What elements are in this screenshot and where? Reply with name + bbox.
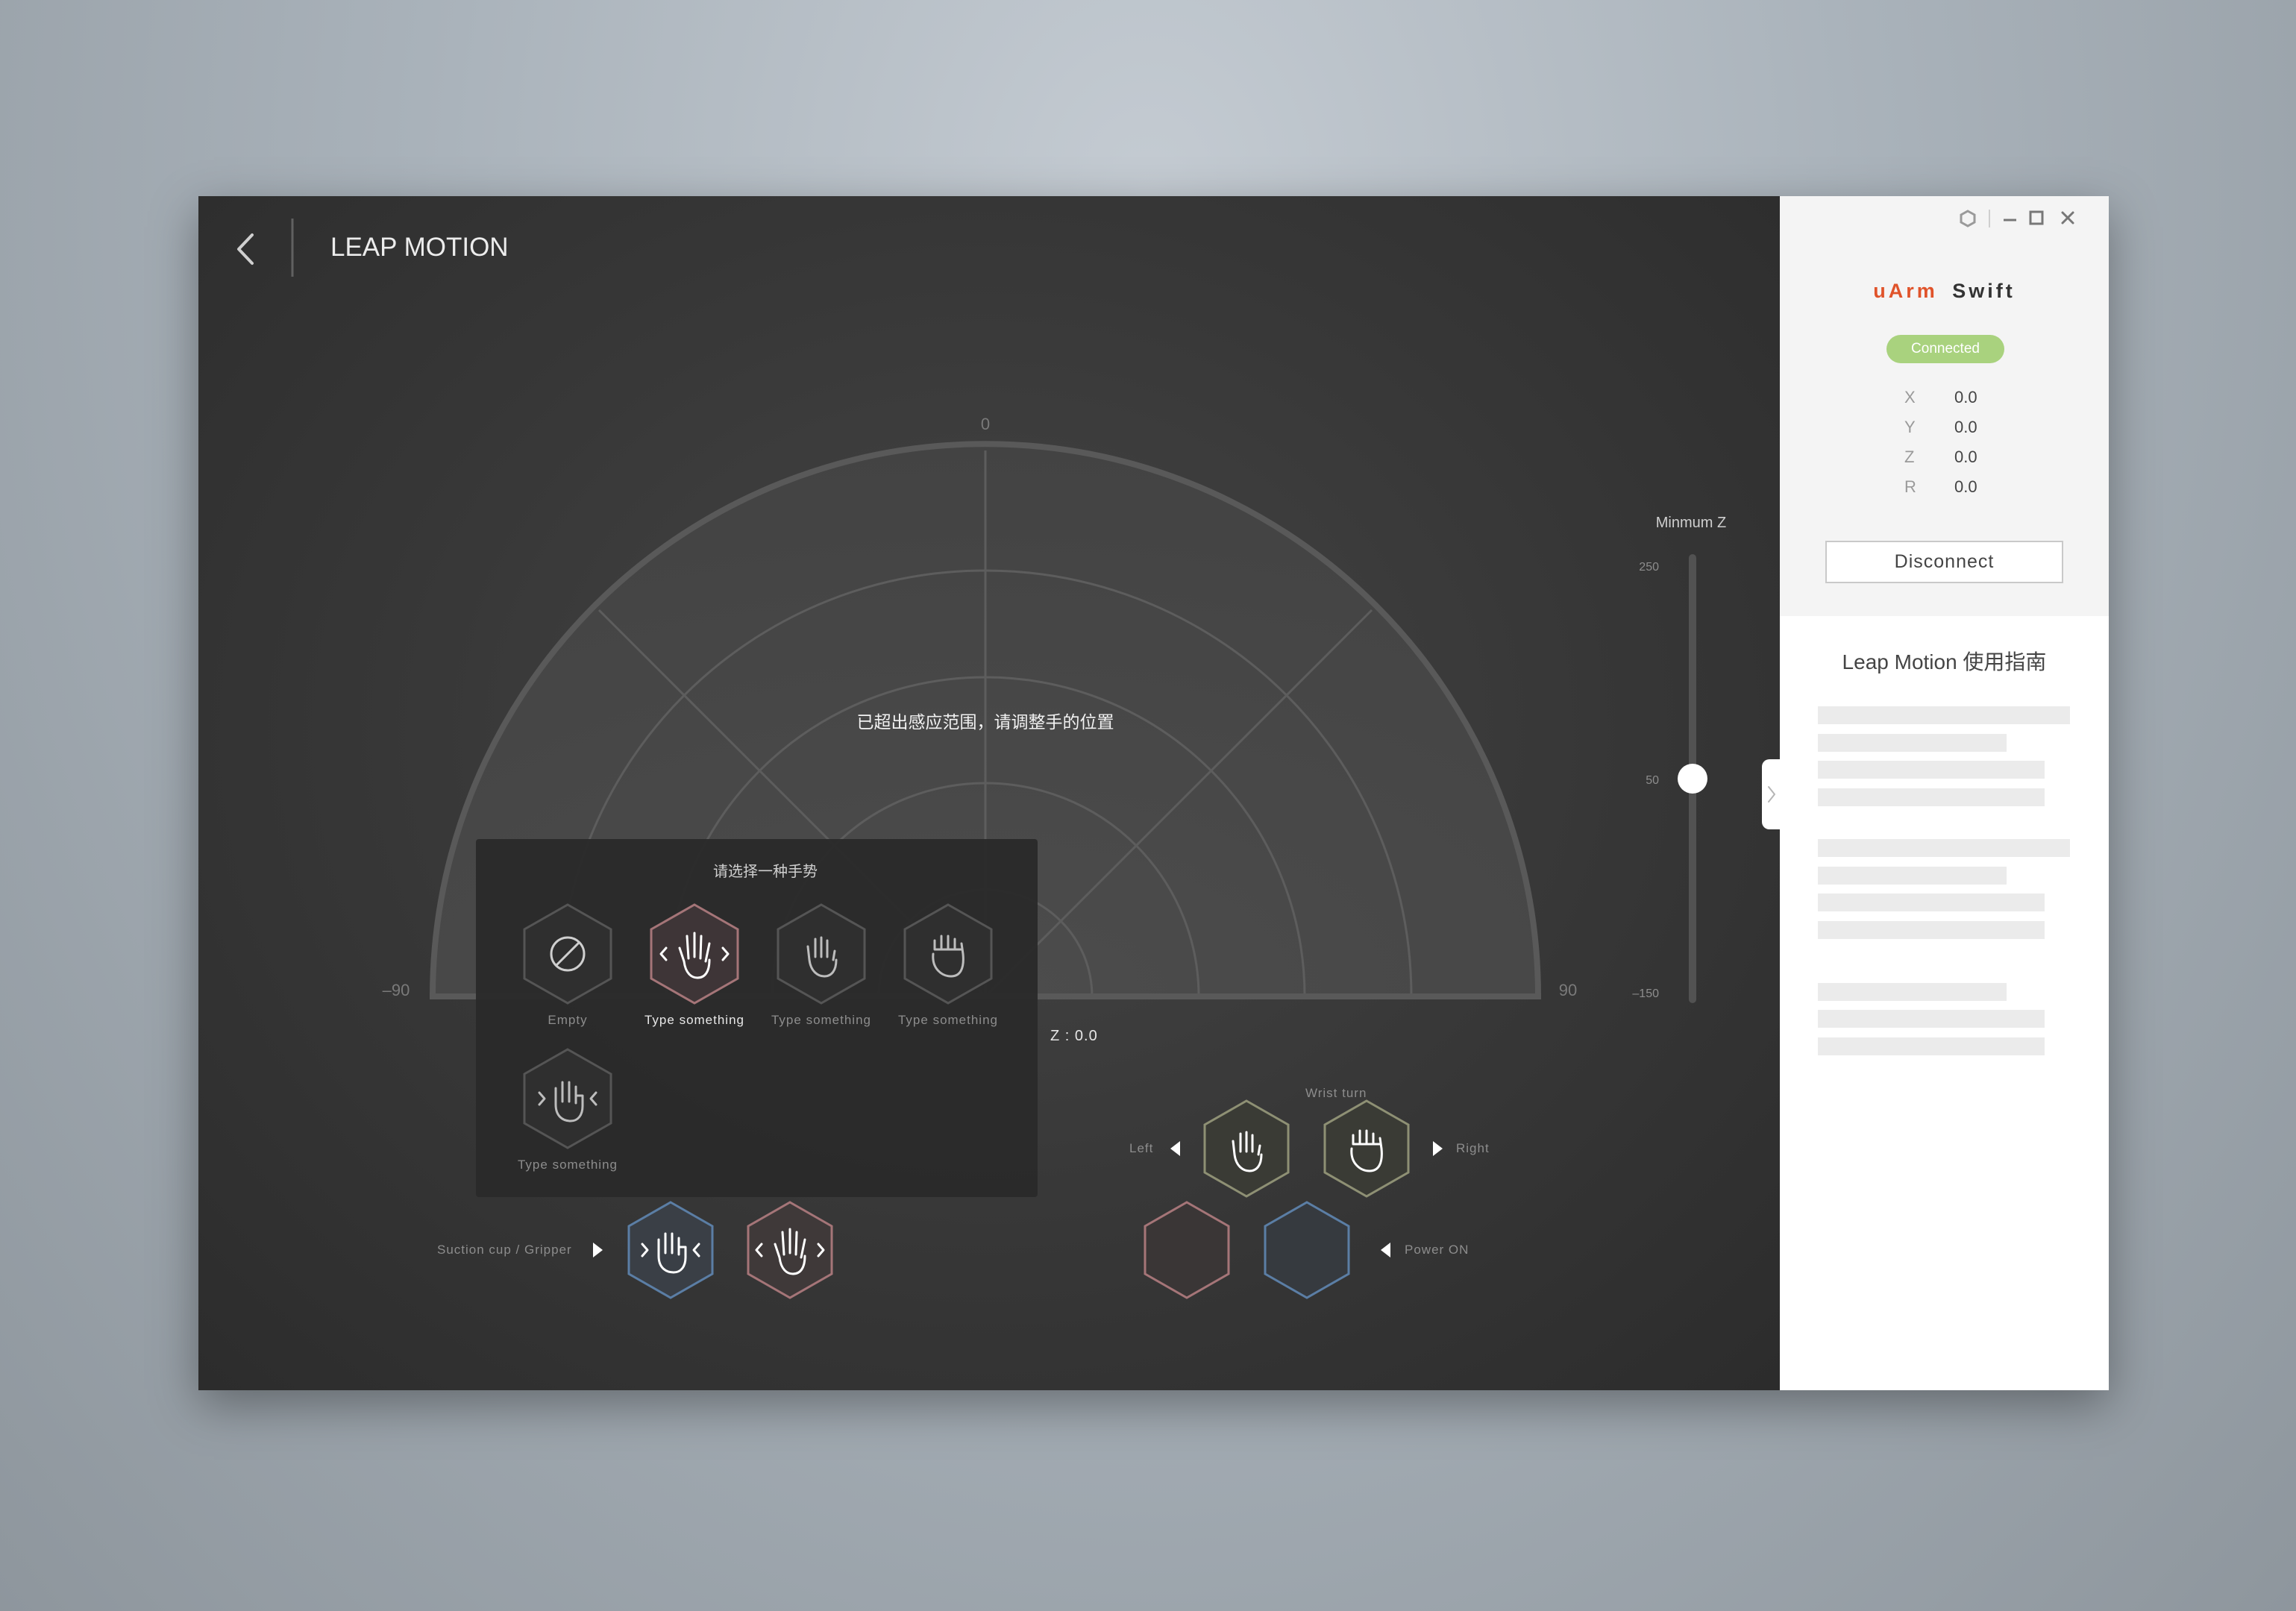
gesture-popup-title: 请选择一种手势 [713, 863, 818, 880]
window-controls [1960, 210, 2074, 227]
gauge-label-top: 0 [981, 415, 990, 433]
power-arrow-icon [1381, 1243, 1390, 1257]
suction-hex-button[interactable] [627, 1201, 714, 1299]
close-button[interactable] [2061, 211, 2074, 224]
min-z-tick-min: –150 [1632, 987, 1659, 1000]
settings-button[interactable] [1960, 210, 1976, 227]
coord-row-z: Z 0.0 [1780, 448, 2109, 470]
skeleton-line [1818, 983, 2007, 1001]
brand-logo: uArm Swift [1780, 280, 2109, 303]
coord-value: 0.0 [1954, 448, 1977, 466]
gesture-popup: 请选择一种手势 Empty Type something Type someth… [476, 839, 1038, 1197]
skeleton-line [1818, 1037, 2045, 1055]
min-z-knob[interactable] [1678, 764, 1707, 794]
gesture-option-label: Type something [771, 1013, 871, 1027]
min-z-tick-mid: 50 [1646, 774, 1659, 787]
main-panel: LEAP MOTION 0 –90 90 已超出感应范围，请调整手的位置 Z :… [198, 196, 1780, 1390]
sidebar-collapse-tab[interactable] [1762, 759, 1780, 829]
guide-title: Leap Motion 使用指南 [1842, 650, 2047, 673]
gesture-option-label: Type something [898, 1013, 998, 1027]
maximize-button[interactable] [2029, 210, 2044, 225]
skeleton-line [1818, 894, 2045, 911]
side-panel: uArm Swift Connected X 0.0 Y 0.0 Z 0.0 R… [1780, 196, 2109, 1390]
gesture-option-label: Empty [548, 1013, 587, 1027]
coord-key: Z [1904, 448, 1915, 466]
gauge-label-left: –90 [383, 981, 410, 999]
main-canvas: LEAP MOTION 0 –90 90 已超出感应范围，请调整手的位置 Z :… [228, 219, 1726, 1299]
power-hex-button-pink[interactable] [1144, 1201, 1230, 1299]
skeleton-line [1818, 921, 2045, 939]
disconnect-button[interactable]: Disconnect [1825, 541, 2063, 583]
brand-swift: Swift [1952, 280, 2016, 302]
min-z-slider[interactable]: Minmum Z 250 50 –150 [1632, 515, 1726, 1003]
gripper-hex-button[interactable] [747, 1201, 833, 1299]
coord-value: 0.0 [1954, 418, 1977, 436]
left-arrow-icon [1170, 1141, 1180, 1156]
coord-value: 0.0 [1954, 388, 1977, 406]
gesture-option-label: Type something [518, 1158, 618, 1172]
coord-row-r: R 0.0 [1780, 477, 2109, 500]
skeleton-line [1818, 761, 2045, 779]
skeleton-line [1818, 1010, 2045, 1028]
suction-arrow-icon [593, 1243, 603, 1257]
right-label: Right [1456, 1141, 1490, 1155]
close-icon [2061, 211, 2074, 224]
suction-gripper-label: Suction cup / Gripper [437, 1243, 572, 1257]
left-label: Left [1129, 1141, 1153, 1155]
right-arrow-icon [1433, 1141, 1443, 1156]
power-on-label: Power ON [1405, 1243, 1469, 1257]
wrist-right-hex-button[interactable] [1323, 1099, 1410, 1198]
app-window: LEAP MOTION 0 –90 90 已超出感应范围，请调整手的位置 Z :… [198, 196, 2109, 1390]
wrist-left-hex-button[interactable] [1203, 1099, 1290, 1198]
gesture-option-label: Type something [644, 1013, 744, 1027]
hexagon-settings-icon [1960, 210, 1976, 227]
maximize-icon [2029, 210, 2044, 225]
out-of-range-warning: 已超出感应范围，请调整手的位置 [857, 712, 1114, 732]
coord-key: X [1904, 388, 1916, 406]
min-z-title: Minmum Z [1656, 515, 1726, 531]
chevron-right-icon [1768, 786, 1775, 803]
skeleton-line [1818, 788, 2045, 806]
z-readout: Z : 0.0 [1050, 1028, 1098, 1044]
skeleton-line [1818, 706, 2070, 724]
skeleton-line [1818, 839, 2070, 857]
coord-key: Y [1904, 418, 1916, 436]
coord-value: 0.0 [1954, 477, 1977, 496]
coord-row-x: X 0.0 [1780, 388, 2109, 410]
gauge-label-right: 90 [1559, 981, 1577, 999]
status-badge: Connected [1886, 335, 2004, 363]
coord-key: R [1904, 477, 1916, 496]
brand-uarm: uArm [1873, 280, 1938, 302]
page-title: LEAP MOTION [330, 233, 509, 262]
min-z-tick-max: 250 [1639, 561, 1659, 574]
wrist-turn-label: Wrist turn [1305, 1086, 1367, 1100]
coord-row-y: Y 0.0 [1780, 418, 2109, 440]
skeleton-line [1818, 734, 2007, 752]
back-button[interactable] [228, 222, 280, 274]
skeleton-line [1818, 867, 2007, 885]
power-hex-button-blue[interactable] [1264, 1201, 1350, 1299]
